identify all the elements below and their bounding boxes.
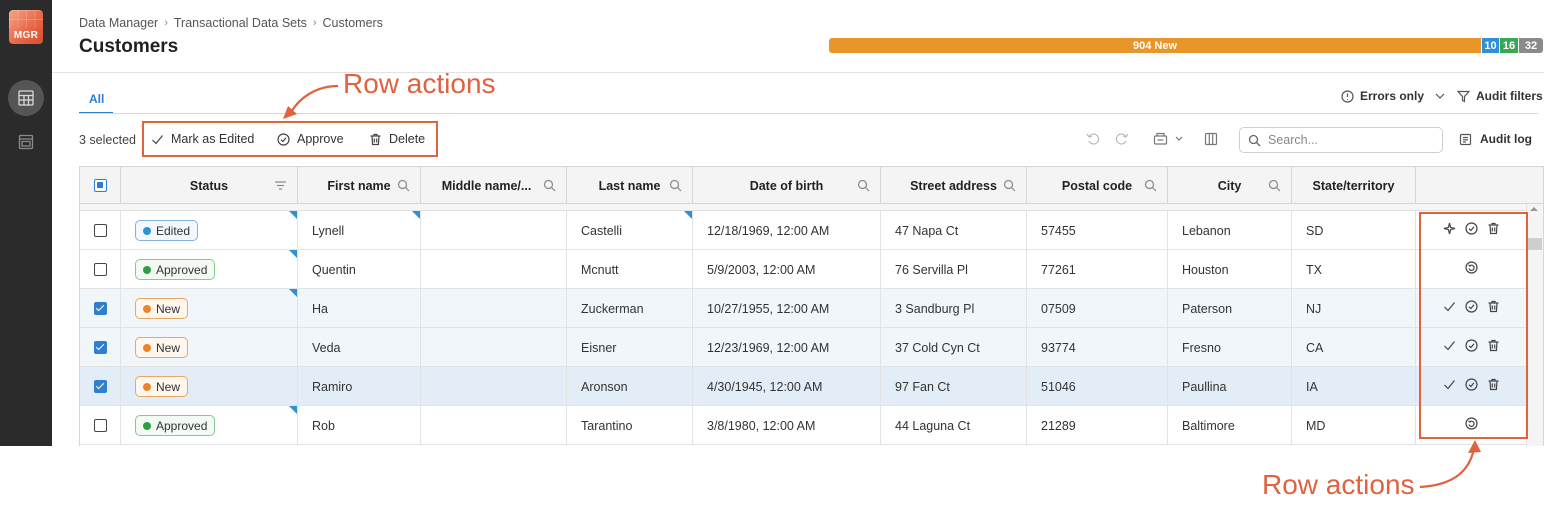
annotation-arrowhead-bottom	[1468, 440, 1481, 453]
annotation-arrow-bottom	[1419, 447, 1476, 489]
annotation-arrows	[283, 84, 1481, 489]
annotation-arrow-top	[289, 84, 339, 115]
